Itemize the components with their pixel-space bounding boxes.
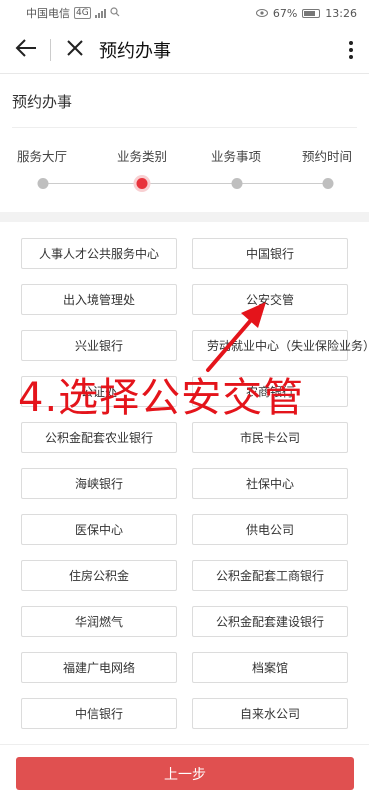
search-status-icon: [110, 6, 120, 20]
nav-bar: 预约办事: [0, 26, 369, 74]
previous-step-button[interactable]: 上一步: [16, 757, 354, 790]
option-housing-fund[interactable]: 住房公积金: [21, 560, 177, 591]
app-screen: 中国电信 4G 67% 13:26 预约办事 预约办事 服务大厅 业务类别 业务…: [0, 0, 369, 800]
option-bank-of-china[interactable]: 中国银行: [192, 238, 348, 269]
clock: 13:26: [325, 6, 357, 20]
carrier-label: 中国电信: [26, 7, 70, 20]
bottom-bar: 上一步: [0, 744, 369, 800]
section-divider: [12, 127, 357, 128]
back-arrow-icon: [15, 38, 37, 61]
step-dot-item[interactable]: [231, 178, 243, 189]
status-left: 中国电信 4G: [26, 5, 120, 21]
nav-divider: [50, 38, 51, 61]
option-power-company[interactable]: 供电公司: [192, 514, 348, 545]
option-social-security[interactable]: 社保中心: [192, 468, 348, 499]
battery-percent: 67%: [272, 6, 298, 20]
option-hr-center[interactable]: 人事人才公共服务中心: [21, 238, 177, 269]
network-label: 4G: [74, 7, 91, 19]
option-employment-center[interactable]: 劳动就业中心（失业保险业务）: [192, 330, 369, 361]
battery-icon: [302, 8, 321, 18]
page-title: 预约办事: [99, 40, 171, 62]
option-water-company[interactable]: 自来水公司: [192, 698, 348, 729]
option-fund-abc[interactable]: 公积金配套农业银行: [21, 422, 177, 453]
step-dot-hall[interactable]: [37, 178, 49, 189]
step-indicator: 服务大厅 业务类别 业务事项 预约时间: [0, 146, 369, 196]
option-archives[interactable]: 档案馆: [192, 652, 348, 683]
option-traffic-police[interactable]: 公安交管: [192, 284, 348, 315]
section-gap: [0, 212, 369, 222]
option-fund-icbc[interactable]: 公积金配套工商银行: [192, 560, 348, 591]
signal-icon: [94, 8, 106, 18]
close-button[interactable]: [55, 30, 95, 70]
step-dot-time[interactable]: [322, 178, 334, 189]
step-label-time: 预约时间: [301, 149, 352, 164]
close-icon: [67, 39, 83, 60]
eye-icon: [255, 7, 268, 20]
option-industrial-bank[interactable]: 兴业银行: [21, 330, 177, 361]
option-fund-ccb[interactable]: 公积金配套建设银行: [192, 606, 348, 637]
back-button[interactable]: [6, 30, 46, 70]
status-bar: 中国电信 4G 67% 13:26: [0, 0, 369, 26]
option-exit-entry[interactable]: 出入境管理处: [21, 284, 177, 315]
option-citizen-card[interactable]: 市民卡公司: [192, 422, 348, 453]
step-track: [43, 183, 328, 184]
option-medical-insurance[interactable]: 医保中心: [21, 514, 177, 545]
step-label-hall: 服务大厅: [16, 149, 67, 164]
more-menu-icon[interactable]: [349, 40, 353, 59]
option-strait-bank[interactable]: 海峡银行: [21, 468, 177, 499]
step-label-category: 业务类别: [116, 149, 167, 164]
step-label-item: 业务事项: [210, 149, 261, 164]
step-dot-category[interactable]: [136, 178, 148, 189]
category-options: 人事人才公共服务中心 中国银行 出入境管理处 公安交管 兴业银行 劳动就业中心（…: [0, 222, 369, 742]
option-broadcast-network[interactable]: 福建广电网络: [21, 652, 177, 683]
option-citic-bank[interactable]: 中信银行: [21, 698, 177, 729]
annotation-text: 4.选择公安交管: [18, 375, 305, 421]
status-right: 67% 13:26: [255, 6, 357, 20]
section-title: 预约办事: [12, 93, 73, 111]
option-gas[interactable]: 华润燃气: [21, 606, 177, 637]
